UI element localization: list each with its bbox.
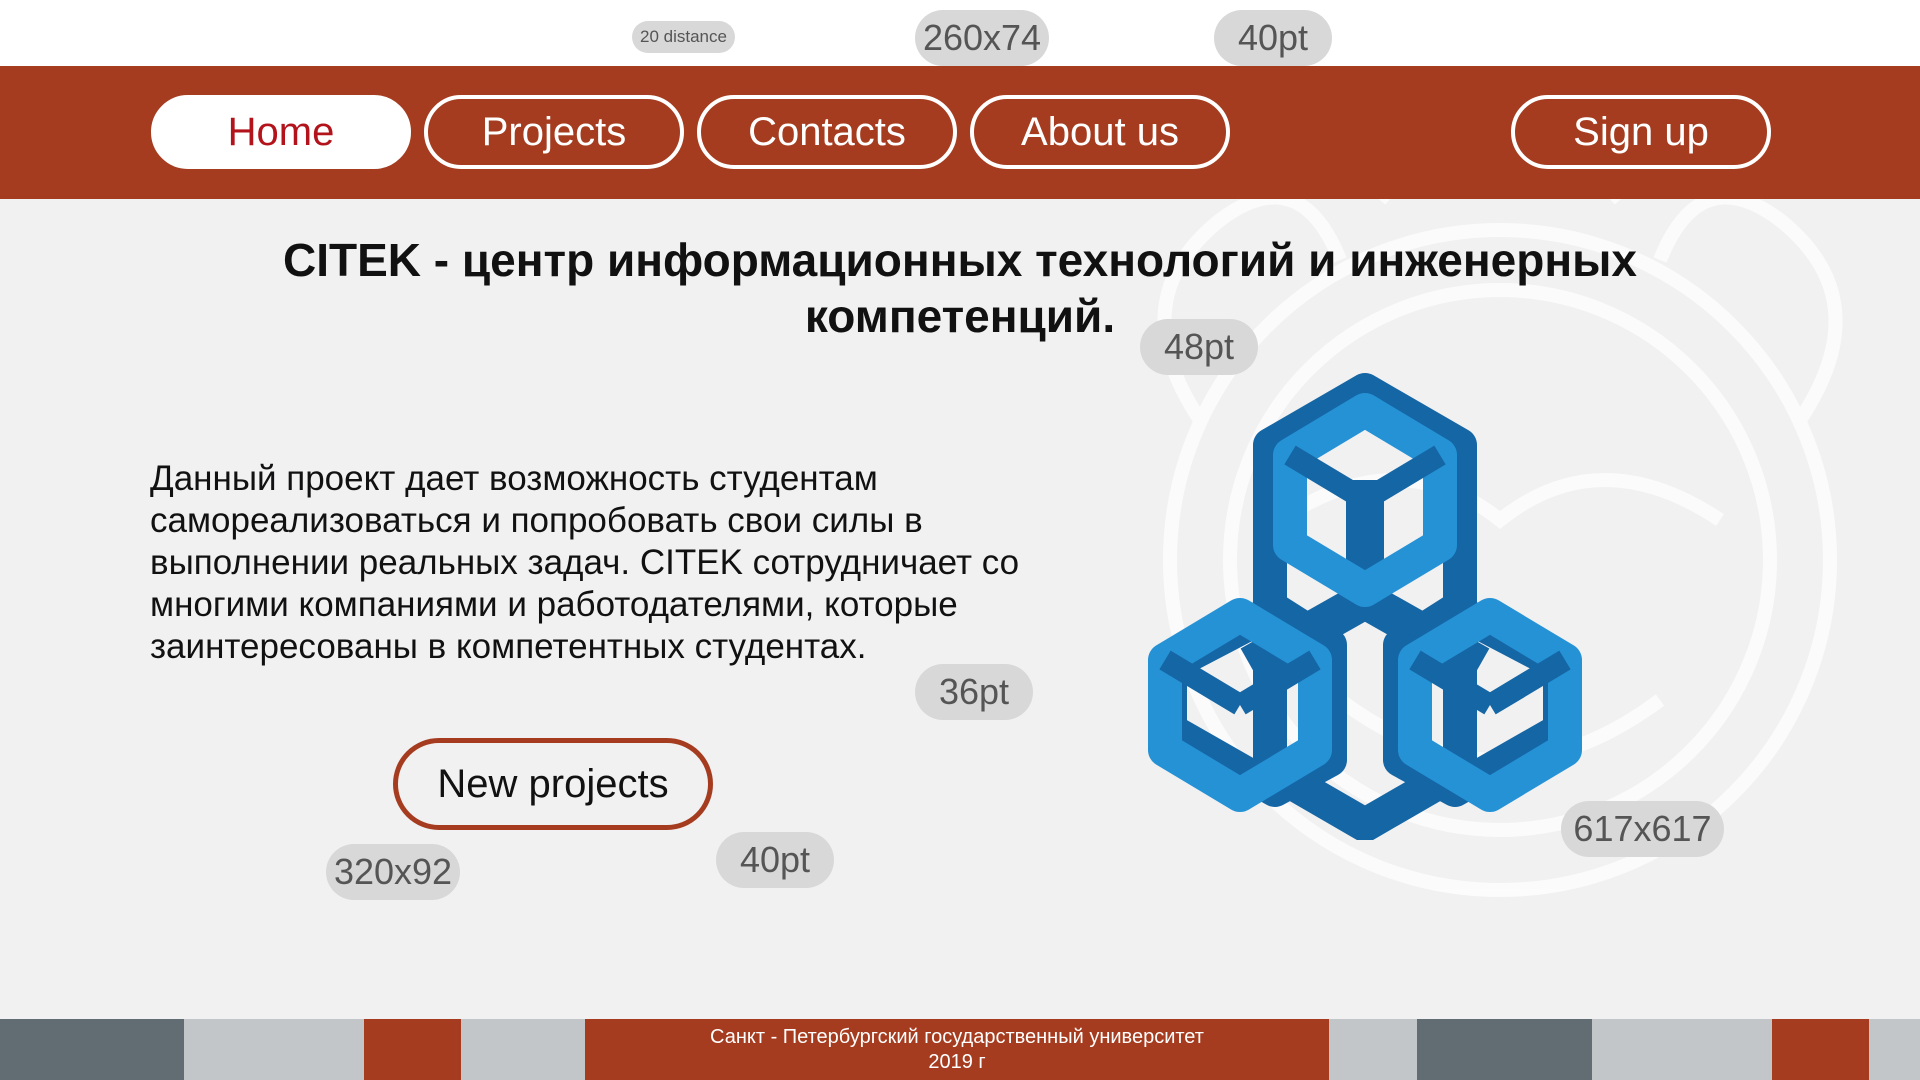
nav-home-button[interactable]: Home: [151, 95, 411, 169]
footer-block: [461, 1019, 585, 1080]
body-font-annotation: 36pt: [915, 664, 1033, 720]
new-projects-button[interactable]: New projects: [393, 738, 713, 830]
footer-caption: Санкт - Петербургский государственный ун…: [585, 1019, 1329, 1080]
footer-year: 2019 г: [928, 1050, 986, 1073]
headline-line-1: CITEK - центр информационных технологий …: [283, 234, 1637, 286]
footer-block: [364, 1019, 461, 1080]
page-footer: Санкт - Петербургский государственный ун…: [0, 1019, 1920, 1080]
headline-line-2: компетенций.: [804, 290, 1116, 342]
nav-contacts-button[interactable]: Contacts: [697, 95, 957, 169]
footer-block: [1869, 1019, 1920, 1080]
footer-university-name: Санкт - Петербургский государственный ун…: [710, 1025, 1204, 1048]
nav-projects-button[interactable]: Projects: [424, 95, 684, 169]
nav-about-button[interactable]: About us: [970, 95, 1230, 169]
cta-size-annotation: 320x92: [326, 844, 460, 900]
distance-annotation: 20 distance: [632, 21, 735, 53]
page-headline: CITEK - центр информационных технологий …: [240, 232, 1680, 344]
project-description: Данный проект дает возможность студентам…: [150, 459, 1020, 666]
top-navbar: Home Projects Contacts About us Sign up: [0, 66, 1920, 199]
nav-size-annotation: 260x74: [915, 10, 1049, 66]
logo-size-annotation: 617x617: [1561, 801, 1724, 857]
headline-font-annotation: 48pt: [1140, 319, 1258, 375]
footer-block: [184, 1019, 364, 1080]
footer-block: [1592, 1019, 1772, 1080]
footer-block: [0, 1019, 184, 1080]
footer-block: [1329, 1019, 1417, 1080]
footer-block: [1772, 1019, 1869, 1080]
nav-font-annotation: 40pt: [1214, 10, 1332, 66]
citek-cubes-logo-icon: [1148, 373, 1582, 840]
sign-up-button[interactable]: Sign up: [1511, 95, 1771, 169]
footer-block: [1417, 1019, 1592, 1080]
cta-font-annotation: 40pt: [716, 832, 834, 888]
